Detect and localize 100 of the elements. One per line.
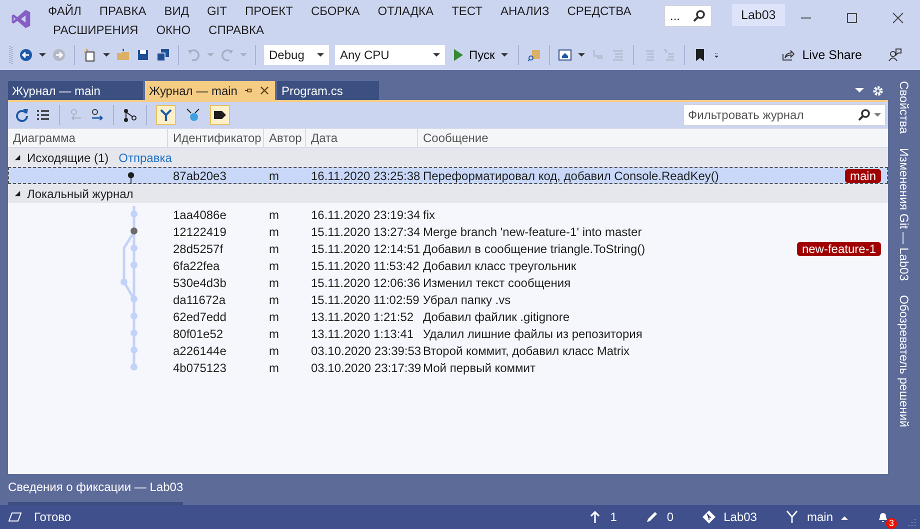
commit-id: 87ab20e3 — [172, 168, 228, 182]
commit-message: Merge branch 'new-feature-1' into master — [422, 224, 642, 238]
column-header[interactable]: Сообщение — [418, 129, 888, 147]
commit-graph-icon[interactable] — [123, 108, 137, 122]
search-icon — [857, 108, 871, 122]
column-header[interactable]: Диаграмма — [8, 129, 168, 147]
home-window-icon[interactable] — [558, 48, 572, 62]
commit-author: m — [268, 258, 280, 272]
close-icon[interactable] — [260, 86, 270, 95]
commit-row[interactable]: da11672a m 15.11.2020 11:02:59 Убрал папку .vs — [8, 291, 888, 308]
status-text: Готово — [34, 510, 72, 524]
caret-icon — [500, 52, 508, 58]
side-panel-tab[interactable]: Свойства — [897, 81, 911, 134]
pull-icon[interactable] — [90, 108, 104, 122]
new-item-icon[interactable] — [83, 48, 97, 62]
push-link[interactable]: Отправка — [118, 150, 172, 164]
bell-icon[interactable] — [876, 510, 890, 524]
configuration-dropdown[interactable]: Debug — [264, 45, 329, 65]
menu-item[interactable]: ПРОЕКТ — [236, 2, 302, 20]
pin-icon[interactable] — [244, 86, 254, 95]
live-share-button[interactable]: Live Share — [781, 48, 862, 62]
commit-row[interactable]: 80f01e52 m 13.11.2020 1:13:41 Удалил лишние файлы из репозитория — [8, 325, 888, 342]
back-icon[interactable] — [19, 48, 33, 62]
document-tab[interactable]: Журнал — main — [8, 81, 143, 100]
toggle-button[interactable] — [156, 105, 176, 125]
menu-item[interactable]: GIT — [198, 2, 236, 20]
filter-field[interactable]: Фильтровать журнал — [683, 104, 886, 126]
tab-list-caret-icon[interactable] — [855, 88, 864, 94]
commit-date: 03.10.2020 23:39:53 — [310, 344, 419, 358]
menu-item[interactable]: РАСШИРЕНИЯ — [44, 21, 148, 39]
commit-date: 15.11.2020 11:02:59 — [310, 292, 419, 306]
caret-icon[interactable] — [578, 52, 585, 58]
commit-author: m — [268, 242, 280, 256]
feedback-person-icon[interactable] — [888, 48, 902, 62]
menu-item[interactable]: ТЕСТ — [442, 2, 492, 20]
settings-icon[interactable] — [872, 84, 884, 96]
commit-author: m — [268, 276, 280, 290]
commit-message: Добавил в сообщение triangle.ToString() — [422, 242, 646, 256]
commit-message: Второй коммит, добавил класс Matrix — [422, 344, 630, 358]
run-button[interactable]: Пуск — [451, 48, 510, 62]
commit-row[interactable]: 6fa22fea m 15.11.2020 11:53:42 Добавил класс треугольник — [8, 257, 888, 274]
menu-item[interactable]: ПРАВКА — [90, 2, 156, 20]
resize-grip-icon[interactable] — [908, 518, 916, 526]
menu-item[interactable]: ОТЛАДКА — [368, 2, 443, 20]
caret-icon[interactable] — [39, 52, 46, 58]
commit-row[interactable]: 530e4d3b m 15.11.2020 12:06:36 Изменил текст сообщения — [8, 274, 888, 291]
commit-date: 16.11.2020 23:19:34 — [310, 208, 419, 222]
caret-icon[interactable] — [103, 52, 110, 58]
commit-row[interactable]: 4b075123 m 03.10.2020 23:17:39 Мой первый коммит — [8, 359, 888, 376]
outgoing-commits[interactable]: 1 — [588, 510, 617, 524]
menu-item[interactable]: АНАЛИЗ — [492, 2, 558, 20]
commit-row[interactable]: 12122419 m 15.11.2020 13:27:34 Merge branch 'new-feature-1' into master — [8, 223, 888, 240]
commit-id: a226144e — [172, 344, 228, 358]
commit-author: m — [268, 360, 280, 374]
close-icon[interactable] — [892, 12, 904, 24]
commit-row[interactable]: 62ed7edd m 13.11.2020 1:21:52 Добавил файлик .gitignore — [8, 308, 888, 325]
commit-row[interactable]: 1aa4086e m 16.11.2020 23:19:34 fix — [8, 206, 888, 223]
expand-icon[interactable] — [14, 154, 21, 161]
expand-icon[interactable] — [14, 190, 21, 197]
list-icon[interactable] — [36, 108, 50, 122]
save-all-icon[interactable] — [156, 48, 170, 62]
menu-item[interactable]: СПРАВКА — [200, 21, 274, 39]
menu-item[interactable]: ВИД — [155, 2, 198, 20]
document-tab[interactable]: Журнал — main — [145, 81, 276, 100]
toggle-button[interactable] — [210, 105, 230, 125]
commit-row[interactable]: 87ab20e3 m 16.11.2020 23:25:38 Переформатировал код, добавил Console.ReadKey() main — [8, 167, 888, 184]
side-panel-tab[interactable]: Изменения Git — Lab03 — [897, 148, 911, 281]
commit-message: Переформатировал код, добавил Console.ReadKey() — [422, 168, 719, 182]
commit-date: 03.10.2020 23:17:39 — [310, 360, 419, 374]
repository[interactable]: Lab03 — [702, 510, 757, 524]
menu-item[interactable]: СРЕДСТВА — [558, 2, 640, 20]
commit-row[interactable]: 28d5257f m 15.11.2020 12:14:51 Добавил в сообщение triangle.ToString() new-feature-1 — [8, 240, 888, 257]
commit-row[interactable]: a226144e m 03.10.2020 23:39:53 Второй коммит, добавил класс Matrix — [8, 342, 888, 359]
branch-icon — [784, 510, 799, 524]
commit-author: m — [268, 224, 280, 238]
menu-item[interactable]: ОКНО — [147, 21, 200, 39]
column-header[interactable]: Автор — [264, 129, 306, 147]
platform-dropdown[interactable]: Any CPU — [335, 45, 445, 65]
share-icon — [781, 48, 796, 62]
pending-changes[interactable]: 0 — [644, 510, 674, 524]
find-folder-icon[interactable] — [526, 48, 541, 62]
document-tab[interactable]: Program.cs — [277, 81, 380, 100]
maximize-icon[interactable] — [846, 12, 858, 24]
column-header[interactable]: Идентификатор — [168, 129, 264, 147]
save-icon[interactable] — [136, 48, 150, 62]
menu-item[interactable]: СБОРКА — [302, 2, 369, 20]
side-panel-tab[interactable]: Обозреватель решений — [897, 294, 911, 427]
grip-icon — [9, 45, 13, 65]
caret-icon[interactable] — [874, 112, 881, 118]
up-arrow-icon — [588, 510, 602, 524]
search-field[interactable]: ... — [664, 5, 712, 27]
commit-id: 6fa22fea — [172, 258, 221, 272]
search-icon — [692, 9, 706, 23]
commit-message: fix — [422, 208, 435, 222]
branch-selector[interactable]: main — [784, 510, 848, 524]
overflow-icon[interactable] — [712, 52, 720, 58]
branch-label: main — [844, 169, 881, 183]
column-header[interactable]: Дата — [306, 129, 418, 147]
menu-item[interactable]: ФАЙЛ — [44, 2, 90, 20]
refresh-icon[interactable] — [15, 108, 29, 122]
